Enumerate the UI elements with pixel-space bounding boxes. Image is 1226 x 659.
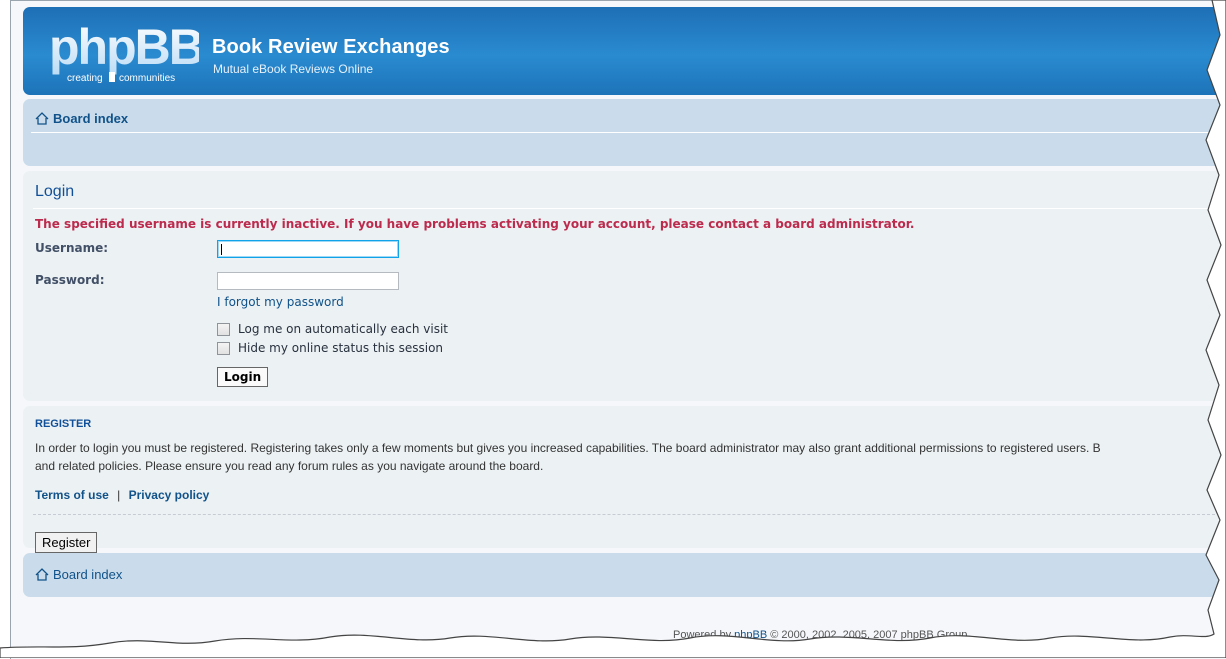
text-cursor (221, 244, 222, 255)
register-heading: REGISTER (35, 418, 92, 430)
hide-status-checkbox[interactable] (217, 341, 230, 355)
home-icon (35, 112, 49, 125)
register-panel: REGISTER In order to login you must be r… (23, 406, 1226, 553)
powered-prefix: Powered by (673, 629, 735, 641)
autologin-row[interactable]: Log me on automatically each visit (217, 322, 448, 336)
register-description: In order to login you must be registered… (35, 439, 1226, 475)
breadcrumb[interactable]: Board index (35, 111, 128, 126)
navbar-divider (31, 132, 1217, 133)
password-label: Password: (35, 273, 105, 287)
username-input[interactable] (217, 240, 399, 258)
svg-text:communities: communities (119, 73, 175, 84)
copyright-years: © 2000, 2002, 2005, 2007 phpBB Group (767, 629, 968, 641)
register-text-line-1: In order to login you must be registered… (35, 441, 1101, 455)
error-message: The specified username is currently inac… (35, 217, 915, 231)
policy-links: Terms of use | Privacy policy (35, 488, 209, 502)
top-navbar: Board index (23, 99, 1225, 166)
phpbb-link[interactable]: phpBB (734, 629, 767, 641)
site-title[interactable]: Book Review Exchanges (212, 36, 450, 59)
login-title-rule (33, 208, 1215, 209)
autologin-label[interactable]: Log me on automatically each visit (238, 322, 448, 336)
dashed-separator (33, 514, 1215, 515)
privacy-policy-link[interactable]: Privacy policy (129, 488, 210, 502)
hide-status-label[interactable]: Hide my online status this session (238, 341, 443, 355)
footer-navbar: Board index (23, 553, 1225, 597)
phpbb-logo[interactable]: phpBB creating communities (47, 20, 199, 86)
copyright-text: Powered by phpBB © 2000, 2002, 2005, 200… (673, 629, 967, 641)
site-header: phpBB creating communities Book Review E… (23, 7, 1225, 95)
home-icon (35, 568, 49, 581)
svg-text:creating: creating (67, 73, 103, 84)
forgot-password-link[interactable]: I forgot my password (217, 295, 344, 309)
autologin-checkbox[interactable] (217, 322, 230, 336)
login-title: Login (35, 183, 75, 200)
password-input[interactable] (217, 272, 399, 290)
footer-breadcrumb[interactable]: Board index (35, 567, 122, 582)
terms-of-use-link[interactable]: Terms of use (35, 488, 109, 502)
hide-status-row[interactable]: Hide my online status this session (217, 341, 443, 355)
breadcrumb-board-index[interactable]: Board index (53, 111, 128, 126)
username-label: Username: (35, 241, 109, 255)
link-separator: | (117, 488, 121, 502)
login-button[interactable]: Login (217, 367, 269, 387)
register-text-line-2: and related policies. Please ensure you … (35, 459, 544, 473)
footer-board-index[interactable]: Board index (53, 567, 122, 582)
login-panel: Login The specified username is currentl… (23, 171, 1225, 401)
page-frame: phpBB creating communities Book Review E… (10, 0, 1226, 659)
register-button[interactable]: Register (35, 532, 98, 553)
site-description: Mutual eBook Reviews Online (213, 62, 374, 76)
svg-text:phpBB: phpBB (49, 20, 199, 75)
